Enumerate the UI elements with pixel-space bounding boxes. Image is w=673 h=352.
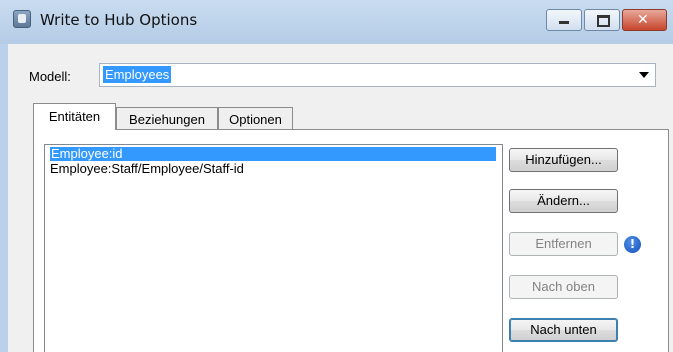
title-bar[interactable]: Write to Hub Options ✕ xyxy=(0,0,673,44)
info-icon: ! xyxy=(624,236,641,253)
minimize-button[interactable] xyxy=(546,9,582,31)
edit-button[interactable]: Ändern... xyxy=(509,189,618,213)
chevron-down-icon[interactable] xyxy=(639,72,649,78)
remove-button[interactable]: Entfernen xyxy=(509,232,618,256)
tab-beziehungen[interactable]: Beziehungen xyxy=(116,107,218,129)
model-value: Employees xyxy=(103,66,172,83)
app-icon xyxy=(13,10,31,28)
dialog-window: Write to Hub Options ✕ Modell: Employees… xyxy=(0,0,673,352)
add-button[interactable]: Hinzufügen... xyxy=(509,148,618,172)
list-item[interactable]: Employee:Staff/Employee/Staff-id xyxy=(50,162,244,176)
close-button[interactable]: ✕ xyxy=(622,9,667,31)
window-title: Write to Hub Options xyxy=(40,11,198,29)
entity-list[interactable]: Employee:id Employee:Staff/Employee/Staf… xyxy=(44,144,503,352)
maximize-button[interactable] xyxy=(584,9,620,31)
model-dropdown[interactable]: Employees xyxy=(99,63,656,87)
close-icon: ✕ xyxy=(637,12,649,28)
move-up-button[interactable]: Nach oben xyxy=(509,275,618,299)
minimize-icon xyxy=(559,21,569,24)
tab-optionen[interactable]: Optionen xyxy=(218,107,293,129)
tab-entitaeten[interactable]: Entitäten xyxy=(33,103,116,130)
move-down-button[interactable]: Nach unten xyxy=(509,318,618,342)
model-label: Modell: xyxy=(29,69,71,84)
maximize-icon xyxy=(597,15,610,27)
list-item[interactable]: Employee:id xyxy=(50,147,496,161)
